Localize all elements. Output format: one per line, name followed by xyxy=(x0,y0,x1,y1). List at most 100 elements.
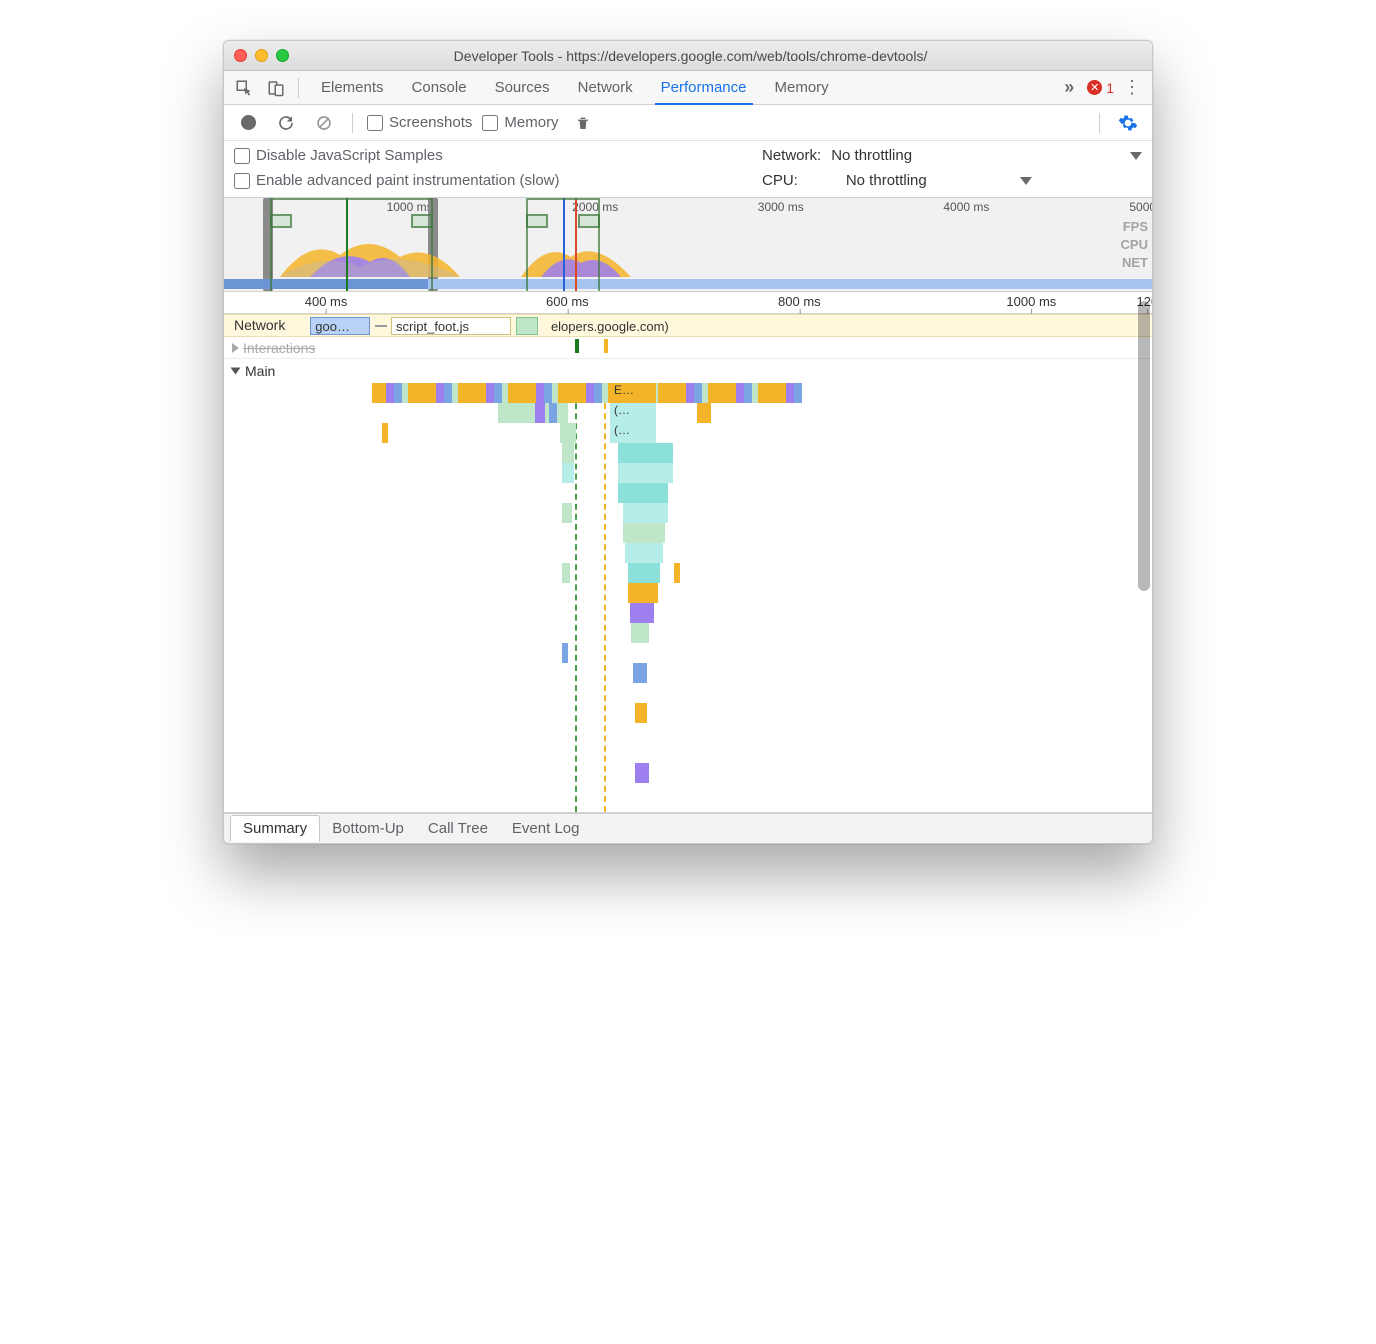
tab-network[interactable]: Network xyxy=(564,71,647,104)
interaction-tick xyxy=(604,339,608,353)
ruler-tick: 1000 ms xyxy=(1006,294,1056,309)
kebab-icon[interactable]: ⋮ xyxy=(1118,74,1146,102)
chevron-down-icon[interactable] xyxy=(1130,152,1142,160)
disable-js-checkbox[interactable]: Disable JavaScript Samples xyxy=(234,147,443,164)
interactions-row[interactable]: Interactions xyxy=(224,337,1152,359)
tab-console[interactable]: Console xyxy=(398,71,481,104)
divider xyxy=(1099,113,1100,133)
network-throttle-select[interactable]: No throttling xyxy=(831,147,1120,164)
error-count: 1 xyxy=(1106,80,1114,96)
disclosure-icon[interactable] xyxy=(231,368,241,375)
tab-elements[interactable]: Elements xyxy=(307,71,398,104)
bottom-tab-bottomup[interactable]: Bottom-Up xyxy=(320,816,416,841)
flame-block[interactable] xyxy=(631,623,649,643)
flame-block[interactable] xyxy=(618,463,673,483)
flame-block[interactable] xyxy=(560,423,576,443)
flame-block[interactable] xyxy=(635,763,649,783)
flame-block[interactable] xyxy=(630,603,654,623)
main-row-header[interactable]: Main xyxy=(224,359,1152,383)
overview-lane-labels: FPS CPU NET xyxy=(1121,218,1148,272)
flame-block[interactable] xyxy=(633,663,647,683)
error-icon: ✕ xyxy=(1087,80,1102,95)
vertical-scrollbar[interactable] xyxy=(1138,301,1150,591)
flame-block[interactable] xyxy=(625,543,663,563)
overview-window[interactable] xyxy=(270,198,432,291)
divider xyxy=(352,113,353,133)
interaction-tick xyxy=(575,339,579,353)
tab-memory[interactable]: Memory xyxy=(761,71,843,104)
ruler-tick: 400 ms xyxy=(305,294,348,309)
flame-block[interactable] xyxy=(535,403,545,423)
clear-icon[interactable] xyxy=(310,109,338,137)
flame-block[interactable] xyxy=(697,403,711,423)
more-tabs-icon[interactable]: » xyxy=(1055,74,1083,102)
net-item[interactable]: goo… xyxy=(310,317,370,335)
window-title: Developer Tools - https://developers.goo… xyxy=(297,48,1084,64)
net-item[interactable] xyxy=(516,317,538,335)
ruler-tick: 600 ms xyxy=(546,294,589,309)
inspect-icon[interactable] xyxy=(230,74,258,102)
tab-performance[interactable]: Performance xyxy=(647,71,761,104)
flame-block[interactable] xyxy=(674,563,680,583)
ov-tick: 3000 ms xyxy=(758,200,804,214)
flame-block[interactable] xyxy=(618,483,668,503)
flame-block[interactable] xyxy=(372,383,802,403)
bottom-tab-calltree[interactable]: Call Tree xyxy=(416,816,500,841)
devtools-window: Developer Tools - https://developers.goo… xyxy=(223,40,1153,844)
trash-icon[interactable] xyxy=(569,109,597,137)
flame-block[interactable] xyxy=(549,403,557,423)
settings-icon[interactable] xyxy=(1114,109,1142,137)
advanced-paint-checkbox[interactable]: Enable advanced paint instrumentation (s… xyxy=(234,172,560,189)
chevron-down-icon[interactable] xyxy=(1020,177,1032,185)
flame-block[interactable]: (… xyxy=(610,423,656,443)
flame-block[interactable] xyxy=(562,503,572,523)
bottom-tab-eventlog[interactable]: Event Log xyxy=(500,816,592,841)
flame-block[interactable] xyxy=(562,563,570,583)
marker-line xyxy=(604,383,606,812)
network-row[interactable]: Network goo… script_foot.js elopers.goog… xyxy=(224,314,1152,337)
device-icon[interactable] xyxy=(262,74,290,102)
memory-checkbox[interactable]: Memory xyxy=(482,114,558,131)
flame-block[interactable] xyxy=(562,443,574,463)
net-item[interactable]: script_foot.js xyxy=(391,317,511,335)
flame-block[interactable] xyxy=(562,643,568,663)
flame-block[interactable] xyxy=(623,503,668,523)
flame-block[interactable] xyxy=(628,563,660,583)
flame-block[interactable]: E… xyxy=(610,383,656,403)
reload-icon[interactable] xyxy=(272,109,300,137)
close-icon[interactable] xyxy=(234,49,247,62)
network-row-label: Network xyxy=(234,317,285,333)
traffic-lights xyxy=(234,49,289,62)
marker-line xyxy=(575,383,577,812)
flame-block[interactable] xyxy=(618,443,673,463)
timeline-ruler[interactable]: 400 ms 600 ms 800 ms 1000 ms 120 xyxy=(224,292,1152,314)
tab-sources[interactable]: Sources xyxy=(481,71,564,104)
net-item[interactable]: elopers.google.com) xyxy=(547,317,1137,335)
flame-block[interactable]: (… xyxy=(610,403,656,423)
record-button[interactable] xyxy=(234,109,262,137)
flame-block[interactable] xyxy=(498,403,568,423)
screenshots-checkbox[interactable]: Screenshots xyxy=(367,114,472,131)
flame-block[interactable] xyxy=(382,423,388,443)
divider xyxy=(298,78,299,98)
perf-toolbar: Screenshots Memory xyxy=(224,105,1152,141)
error-badge[interactable]: ✕ 1 xyxy=(1087,80,1114,96)
flame-block[interactable] xyxy=(562,463,574,483)
titlebar: Developer Tools - https://developers.goo… xyxy=(224,41,1152,71)
capture-options: Disable JavaScript Samples Network: No t… xyxy=(224,141,1152,198)
bottom-tab-summary[interactable]: Summary xyxy=(230,815,320,842)
cpu-throttle-select[interactable]: No throttling xyxy=(846,172,1010,189)
minimize-icon[interactable] xyxy=(255,49,268,62)
flame-block[interactable] xyxy=(623,523,665,543)
network-throttle-label: Network: xyxy=(762,147,821,164)
overview-window[interactable] xyxy=(526,198,600,291)
overview-chart[interactable]: 1000 ms 2000 ms 3000 ms 4000 ms 5000 FPS… xyxy=(224,198,1152,292)
flame-chart[interactable]: E… (… (… xyxy=(224,383,1152,813)
ruler-tick: 800 ms xyxy=(778,294,821,309)
zoom-icon[interactable] xyxy=(276,49,289,62)
flame-block[interactable] xyxy=(628,583,658,603)
flame-block[interactable] xyxy=(635,703,647,723)
disclosure-icon[interactable] xyxy=(232,343,239,353)
tab-strip: Elements Console Sources Network Perform… xyxy=(224,71,1152,105)
details-tab-strip: Summary Bottom-Up Call Tree Event Log xyxy=(224,813,1152,843)
